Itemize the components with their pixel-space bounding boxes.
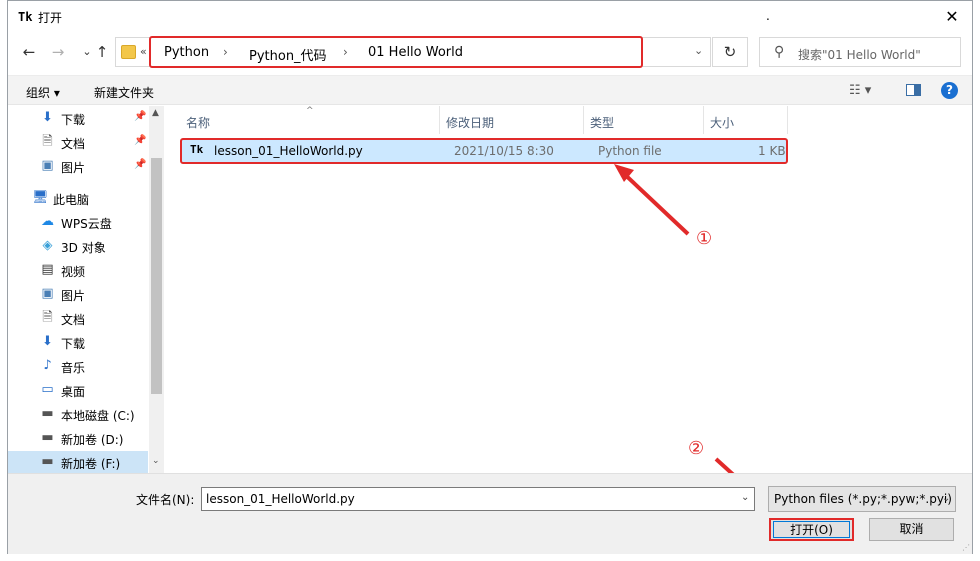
breadcrumb-overflow[interactable]: « bbox=[140, 45, 147, 58]
scroll-up-icon[interactable]: ▲ bbox=[152, 108, 159, 118]
pin-icon: 📌 bbox=[134, 135, 147, 146]
scrollbar-thumb[interactable] bbox=[151, 158, 162, 394]
sidebar-item-label: 新加卷 (F:) bbox=[61, 457, 121, 471]
column-header-size[interactable]: 大小 bbox=[704, 106, 788, 134]
sidebar-item-drive-c[interactable]: ▬ 本地磁盘 (C:) bbox=[8, 403, 148, 425]
sidebar-item-3d-objects[interactable]: ◈ 3D 对象 bbox=[8, 235, 148, 257]
document-icon: 🗎 bbox=[42, 310, 53, 325]
close-button[interactable]: ✕ bbox=[942, 7, 962, 27]
sidebar-item-pictures-pc[interactable]: ▣ 图片 bbox=[8, 283, 148, 305]
cancel-button[interactable]: 取消 bbox=[869, 518, 954, 541]
sidebar-item-pictures[interactable]: ▣ 图片 📌 bbox=[8, 155, 148, 177]
sidebar-item-downloads[interactable]: ⬇ 下载 📌 bbox=[8, 107, 148, 129]
sidebar-scrollbar[interactable]: ▲ ⌄ bbox=[149, 106, 164, 473]
sidebar-item-drive-f[interactable]: ▬ 新加卷 (F:) bbox=[8, 451, 148, 473]
download-icon: ⬇ bbox=[42, 334, 53, 349]
sidebar-item-label: 文档 bbox=[61, 137, 86, 151]
annotation-marker-2: ② bbox=[688, 438, 705, 459]
breadcrumb-python[interactable]: Python bbox=[164, 45, 209, 60]
sidebar-item-documents[interactable]: 🗎 文档 📌 bbox=[8, 131, 148, 153]
title-dot: . bbox=[766, 9, 770, 23]
music-icon: ♪ bbox=[43, 358, 52, 373]
open-file-dialog: Tk 打开 . ✕ ← → ⌄ ↑ « Python › Python_代码 ›… bbox=[7, 0, 973, 554]
window-title: 打开 bbox=[38, 11, 63, 25]
open-button[interactable]: 打开(O) bbox=[769, 518, 854, 541]
scroll-down-icon[interactable]: ⌄ bbox=[152, 456, 160, 466]
sidebar-item-label: 文档 bbox=[61, 313, 86, 327]
breadcrumb-separator[interactable]: › bbox=[223, 45, 228, 59]
sidebar-item-label: 桌面 bbox=[61, 385, 86, 399]
drive-icon: ▬ bbox=[41, 454, 54, 469]
sidebar-item-label: 此电脑 bbox=[53, 193, 90, 207]
sidebar-item-label: 下载 bbox=[61, 113, 86, 127]
file-list[interactable]: ^ 名称 修改日期 类型 大小 Tk lesson_01_HelloWorld.… bbox=[168, 106, 974, 473]
cube-icon: ◈ bbox=[42, 238, 53, 253]
download-icon: ⬇ bbox=[42, 110, 53, 125]
search-placeholder: 搜索"01 Hello World" bbox=[798, 48, 921, 62]
file-type-filter[interactable]: Python files (*.py;*.pyw;*.pyi) bbox=[768, 486, 956, 512]
help-icon[interactable]: ? bbox=[941, 82, 958, 99]
refresh-button[interactable]: ↻ bbox=[712, 37, 748, 67]
search-icon: ⚲ bbox=[774, 44, 785, 60]
sidebar-item-label: 图片 bbox=[61, 161, 86, 175]
new-folder-button[interactable]: 新建文件夹 bbox=[94, 84, 154, 101]
command-toolbar: 组织 ▾ 新建文件夹 ☷ ▾ ? bbox=[8, 75, 972, 105]
picture-icon: ▣ bbox=[41, 286, 54, 301]
computer-icon: 🖥 bbox=[32, 190, 49, 205]
dialog-footer: 文件名(N): ⌄ Python files (*.py;*.pyw;*.pyi… bbox=[8, 473, 972, 554]
sidebar-item-label: 音乐 bbox=[61, 361, 86, 375]
sidebar-item-label: WPS云盘 bbox=[61, 217, 112, 231]
breadcrumb-separator[interactable]: › bbox=[343, 45, 348, 59]
address-dropdown-icon[interactable]: ⌄ bbox=[694, 44, 703, 57]
filename-field[interactable] bbox=[201, 487, 755, 511]
desktop-icon: ▭ bbox=[41, 382, 54, 397]
sidebar-item-label: 本地磁盘 (C:) bbox=[61, 409, 135, 423]
navigation-pane[interactable]: ⬇ 下载 📌 🗎 文档 📌 ▣ 图片 📌 🖥 此电脑 ☁ WPS云盘 ◈ 3D … bbox=[8, 106, 164, 473]
up-button[interactable]: ↑ bbox=[93, 43, 111, 61]
breadcrumb-hello-world[interactable]: 01 Hello World bbox=[368, 45, 463, 60]
view-options-icon[interactable]: ☷ ▾ bbox=[849, 83, 871, 98]
video-icon: ▤ bbox=[41, 262, 54, 277]
tk-app-icon: Tk bbox=[18, 10, 33, 24]
sidebar-item-videos[interactable]: ▤ 视频 bbox=[8, 259, 148, 281]
sidebar-item-label: 下载 bbox=[61, 337, 86, 351]
column-header-type[interactable]: 类型 bbox=[584, 106, 704, 134]
pin-icon: 📌 bbox=[134, 159, 147, 170]
sidebar-item-this-pc[interactable]: 🖥 此电脑 bbox=[8, 187, 148, 209]
document-icon: 🗎 bbox=[42, 134, 53, 149]
breadcrumb-python-code[interactable]: Python_代码 bbox=[249, 45, 327, 64]
picture-icon: ▣ bbox=[41, 158, 54, 173]
title-bar: Tk 打开 . ✕ bbox=[8, 1, 972, 33]
cloud-icon: ☁ bbox=[41, 214, 54, 229]
sidebar-item-documents-pc[interactable]: 🗎 文档 bbox=[8, 307, 148, 329]
drive-icon: ▬ bbox=[41, 406, 54, 421]
sidebar-item-drive-d[interactable]: ▬ 新加卷 (D:) bbox=[8, 427, 148, 449]
organize-menu[interactable]: 组织 ▾ bbox=[26, 84, 60, 101]
filter-dropdown-icon[interactable]: ⌄ bbox=[942, 493, 950, 504]
sidebar-item-wps-cloud[interactable]: ☁ WPS云盘 bbox=[8, 211, 148, 233]
column-header-name[interactable]: 名称 bbox=[168, 106, 440, 134]
resize-grip-icon[interactable]: ⋰ bbox=[962, 543, 970, 552]
folder-icon bbox=[121, 45, 136, 59]
open-button-label: 打开(O) bbox=[790, 523, 833, 537]
address-bar[interactable]: « Python › Python_代码 › 01 Hello World ⌄ bbox=[115, 36, 711, 68]
column-header-modified[interactable]: 修改日期 bbox=[440, 106, 584, 134]
sidebar-item-label: 视频 bbox=[61, 265, 86, 279]
annotation-marker-1: ① bbox=[696, 228, 713, 249]
pin-icon: 📌 bbox=[134, 111, 147, 122]
drive-icon: ▬ bbox=[41, 430, 54, 445]
sidebar-item-label: 3D 对象 bbox=[61, 241, 106, 255]
filename-label: 文件名(N): bbox=[136, 493, 195, 507]
sidebar-item-label: 图片 bbox=[61, 289, 86, 303]
sidebar-item-label: 新加卷 (D:) bbox=[61, 433, 124, 447]
back-button[interactable]: ← bbox=[20, 43, 38, 61]
forward-button[interactable]: → bbox=[49, 43, 67, 61]
filename-dropdown-icon[interactable]: ⌄ bbox=[741, 492, 749, 503]
search-input[interactable]: ⚲ 搜索"01 Hello World" bbox=[759, 37, 961, 67]
sidebar-item-desktop[interactable]: ▭ 桌面 bbox=[8, 379, 148, 401]
sidebar-item-music[interactable]: ♪ 音乐 bbox=[8, 355, 148, 377]
sidebar-item-downloads-pc[interactable]: ⬇ 下载 bbox=[8, 331, 148, 353]
preview-pane-icon[interactable] bbox=[906, 84, 921, 96]
